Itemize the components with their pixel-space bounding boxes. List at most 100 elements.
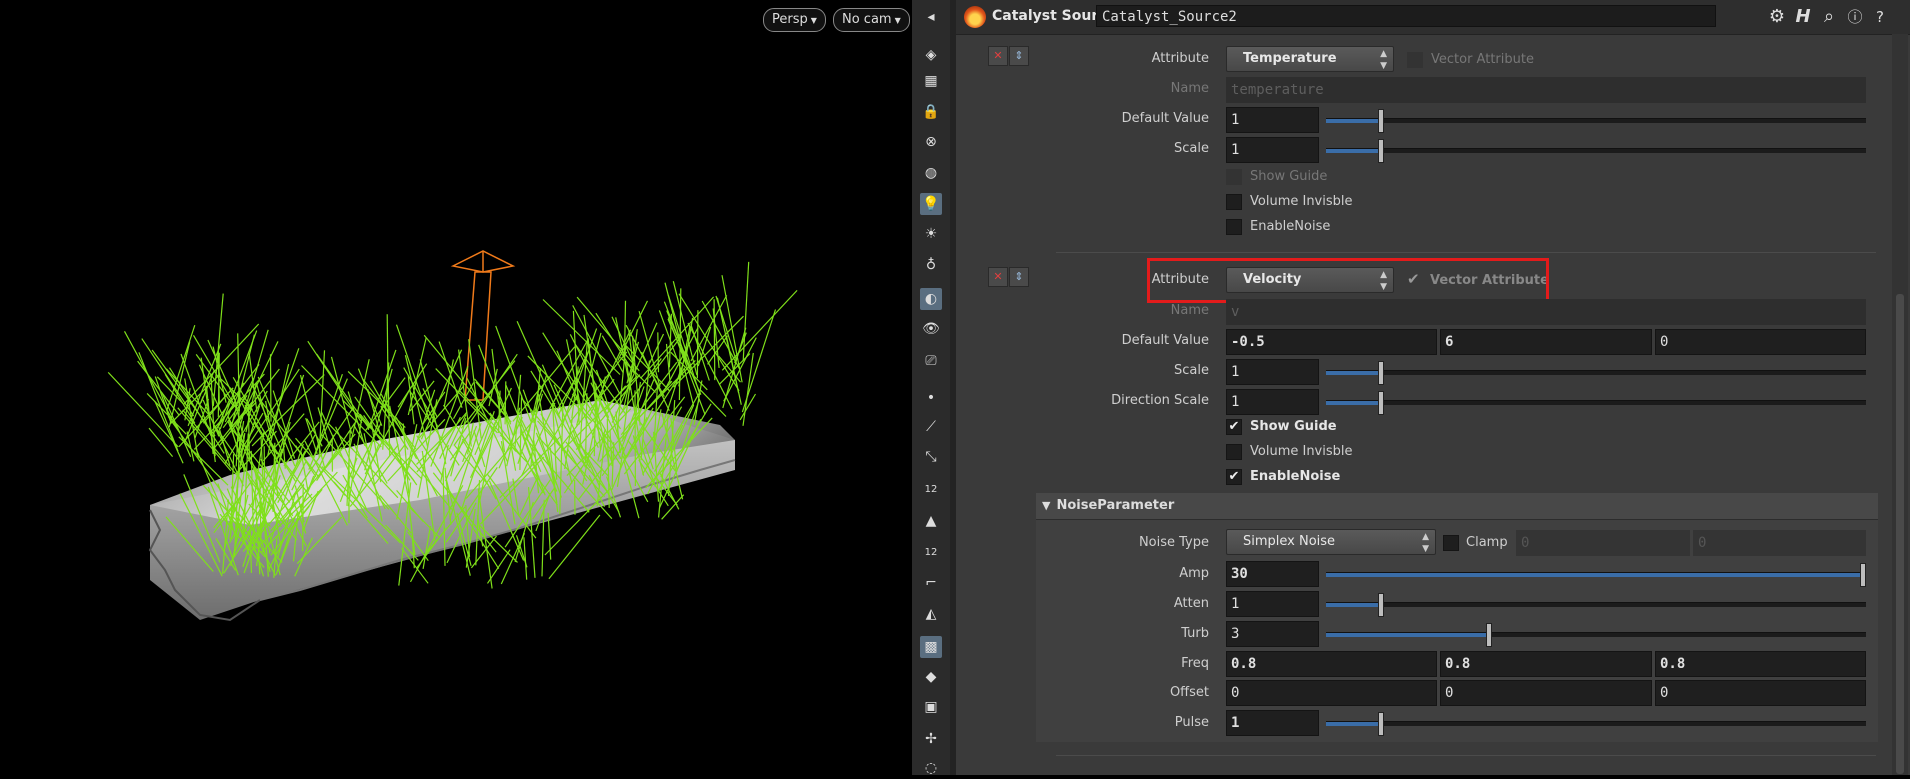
point-number-icon[interactable]: 12 — [920, 478, 942, 500]
snapshot-icon[interactable]: ▦ — [920, 70, 942, 92]
scrollbar-thumb[interactable] — [1896, 294, 1904, 774]
normals-icon[interactable]: ◭ — [920, 603, 942, 625]
pulse-field[interactable]: 1 — [1226, 710, 1319, 736]
enable-noise-checkbox[interactable] — [1226, 219, 1242, 235]
name-label: Name — [1009, 303, 1209, 318]
checker-icon[interactable]: ▩ — [920, 636, 942, 658]
attribute-dropdown[interactable]: Temperature▲▼ — [1226, 46, 1394, 72]
offset-x-field[interactable]: 0 — [1226, 680, 1437, 706]
show-guide-checkbox[interactable] — [1226, 169, 1242, 185]
slider-handle[interactable] — [1486, 623, 1492, 647]
shading-icon[interactable]: ◐ — [920, 288, 942, 310]
show-guide-checkbox[interactable]: ✔ — [1226, 419, 1242, 435]
scale-slider[interactable] — [1326, 148, 1866, 153]
noise-parameter-folder[interactable]: ▼NoiseParameter — [1036, 493, 1878, 520]
velocity-vector — [387, 314, 388, 409]
noise-type-label: Noise Type — [1009, 535, 1209, 550]
houdini-h-icon[interactable]: H — [1792, 6, 1814, 28]
panel-scrollbar[interactable] — [1892, 34, 1908, 775]
scale-field[interactable]: 1 — [1226, 137, 1319, 163]
freq-x-field[interactable]: 0.8 — [1226, 651, 1437, 677]
atten-field[interactable]: 1 — [1226, 591, 1319, 617]
default-value-label: Default Value — [1009, 111, 1209, 126]
freq-y-field[interactable]: 0.8 — [1440, 651, 1652, 677]
node-name-field[interactable]: Catalyst_Source2 — [1096, 5, 1716, 27]
info-icon[interactable]: ⓘ — [1844, 6, 1866, 28]
slider-handle[interactable] — [1860, 563, 1866, 587]
camera-icon[interactable]: ⎚ — [920, 350, 942, 372]
default-value-field[interactable]: 1 — [1226, 107, 1319, 133]
eye-icon[interactable]: 👁 — [920, 318, 942, 340]
default-value-label: Default Value — [1009, 333, 1209, 348]
turb-field[interactable]: 3 — [1226, 621, 1319, 647]
primitive-number-icon[interactable]: 12 — [920, 541, 942, 563]
clamp-checkbox[interactable] — [1443, 535, 1459, 551]
grid-icon[interactable]: ◍ — [920, 162, 942, 184]
slider-handle[interactable] — [1378, 139, 1384, 163]
velocity-vector — [658, 332, 659, 372]
slider-handle[interactable] — [1378, 712, 1384, 736]
brush-icon[interactable]: ⟋ — [920, 416, 942, 438]
slider-handle[interactable] — [1378, 361, 1384, 385]
scale-label: Scale — [1009, 141, 1209, 156]
display-options-icon[interactable]: ◈ — [920, 44, 942, 66]
lock-icon[interactable]: 🔒 — [920, 101, 942, 123]
scale-field[interactable]: 1 — [1226, 359, 1319, 385]
slider-handle[interactable] — [1378, 593, 1384, 617]
turb-slider[interactable] — [1326, 632, 1866, 637]
pin-icon[interactable]: ⤡ — [920, 446, 942, 468]
velocity-vector — [317, 354, 368, 427]
edge-icon[interactable]: ⌐ — [920, 572, 942, 594]
help-icon[interactable]: ? — [1869, 6, 1891, 28]
gear-icon[interactable]: ⚙ — [1766, 6, 1788, 28]
velocity-vector — [697, 310, 698, 378]
volume-invisible-label: Volume Invisble — [1250, 194, 1353, 209]
clamp-min-field[interactable]: 0 — [1516, 530, 1690, 556]
velocity-vector — [714, 299, 715, 380]
velocity-vector — [303, 484, 304, 551]
clamp-max-field[interactable]: 0 — [1693, 530, 1866, 556]
primitive-icon[interactable]: ▲ — [920, 510, 942, 532]
headlight-icon[interactable]: ☀ — [920, 223, 942, 245]
light-link-icon[interactable]: ♁ — [920, 254, 942, 276]
slider-handle[interactable] — [1378, 109, 1384, 133]
expand-icon[interactable]: ◂ — [920, 6, 942, 28]
scene-viewport[interactable]: Persp▼ No cam▼ — [0, 0, 912, 775]
default-value-x-field[interactable]: -0.5 — [1226, 329, 1437, 355]
default-value-y-field[interactable]: 6 — [1440, 329, 1652, 355]
scale-slider[interactable] — [1326, 370, 1866, 375]
vector-attribute-checkbox[interactable] — [1407, 52, 1423, 68]
velocity-vector — [108, 372, 178, 447]
volume-invisible-checkbox[interactable] — [1226, 444, 1242, 460]
light-bulb-icon[interactable]: 💡 — [920, 193, 942, 215]
slider-handle[interactable] — [1378, 391, 1384, 415]
direction-scale-label: Direction Scale — [1009, 393, 1209, 408]
bbox-icon[interactable]: ▣ — [920, 696, 942, 718]
atten-slider[interactable] — [1326, 602, 1866, 607]
volume-invisible-checkbox[interactable] — [1226, 194, 1242, 210]
noise-type-dropdown[interactable]: Simplex Noise▲▼ — [1226, 529, 1436, 555]
pulse-slider[interactable] — [1326, 721, 1866, 726]
search-icon[interactable]: ⌕ — [1818, 6, 1840, 28]
point-icon[interactable]: • — [920, 387, 942, 409]
amp-slider[interactable] — [1326, 572, 1866, 577]
amp-field[interactable]: 30 — [1226, 561, 1319, 587]
freq-z-field[interactable]: 0.8 — [1655, 651, 1866, 677]
ghost-icon[interactable]: ⊗ — [920, 131, 942, 153]
uv-icon[interactable]: ◆ — [920, 666, 942, 688]
offset-y-field[interactable]: 0 — [1440, 680, 1652, 706]
name-field[interactable]: v — [1226, 299, 1866, 325]
direction-scale-slider[interactable] — [1326, 400, 1866, 405]
remove-attribute-button[interactable]: ✕ — [988, 267, 1008, 287]
offset-z-field[interactable]: 0 — [1655, 680, 1866, 706]
name-field[interactable]: temperature — [1226, 77, 1866, 103]
handle-icon[interactable]: ✢ — [920, 728, 942, 750]
more-icon[interactable]: ◌ — [920, 757, 942, 779]
velocity-vector — [543, 300, 620, 375]
direction-scale-field[interactable]: 1 — [1226, 389, 1319, 415]
default-value-slider[interactable] — [1326, 118, 1866, 123]
default-value-z-field[interactable]: 0 — [1655, 329, 1866, 355]
enable-noise-checkbox[interactable]: ✔ — [1226, 469, 1242, 485]
separator — [1056, 252, 1876, 253]
remove-attribute-button[interactable]: ✕ — [988, 46, 1008, 66]
